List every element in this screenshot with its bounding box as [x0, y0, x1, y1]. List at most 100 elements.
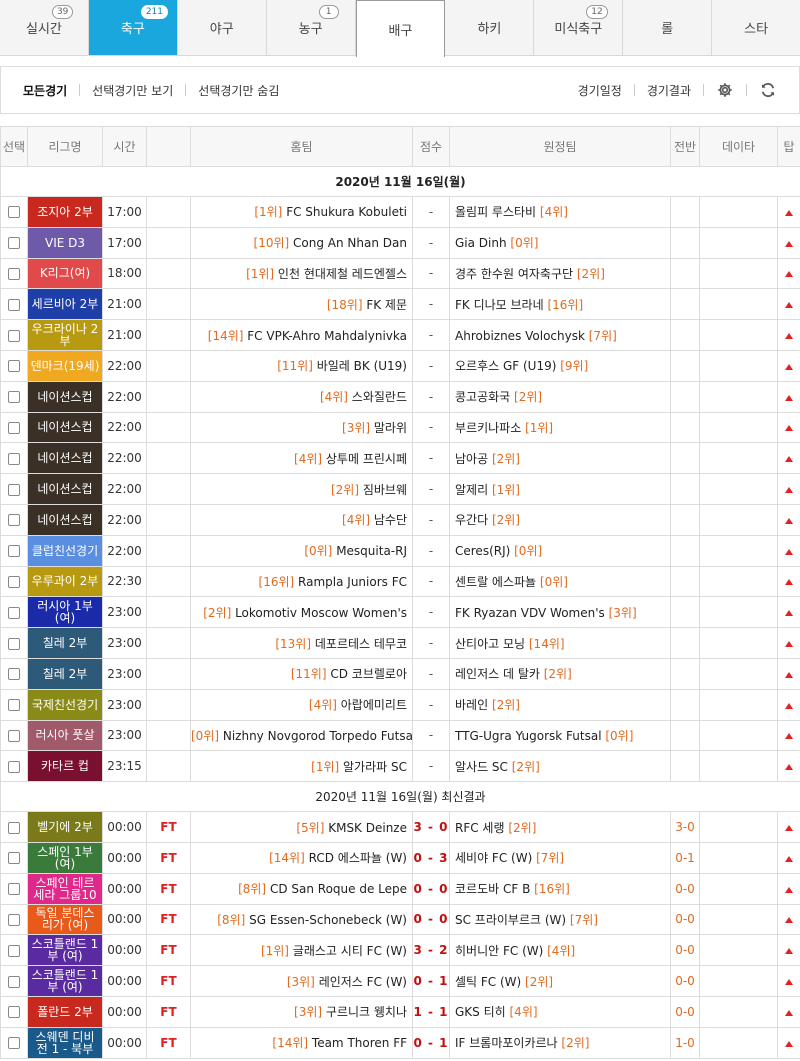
home-team[interactable]: [4위] 남수단: [190, 503, 413, 536]
scroll-top-icon[interactable]: [785, 886, 793, 893]
scroll-top-icon[interactable]: [785, 363, 793, 370]
league-badge[interactable]: 조지아 2부: [27, 196, 103, 228]
select-checkbox[interactable]: [8, 944, 20, 957]
league-badge[interactable]: 덴마크(19세): [27, 349, 103, 382]
league-badge[interactable]: 네이션스컵: [27, 503, 103, 536]
away-team[interactable]: Gia Dinh [0위]: [449, 226, 671, 259]
scroll-top-icon[interactable]: [785, 548, 793, 555]
select-checkbox[interactable]: [8, 391, 20, 404]
scroll-top-icon[interactable]: [785, 271, 793, 278]
scroll-top-icon[interactable]: [785, 671, 793, 678]
tab-2[interactable]: 야구: [178, 0, 267, 55]
select-checkbox[interactable]: [8, 237, 20, 250]
scroll-top-icon[interactable]: [785, 948, 793, 955]
select-checkbox[interactable]: [8, 514, 20, 527]
league-badge[interactable]: 우루과이 2부: [27, 565, 103, 598]
home-team[interactable]: [11위] 바일레 BK (U19): [190, 349, 413, 382]
league-badge[interactable]: VIE D3: [27, 226, 103, 259]
tab-6[interactable]: 미식축구 12: [534, 0, 624, 55]
home-team[interactable]: [0위] Mesquita-RJ: [190, 534, 413, 567]
select-checkbox[interactable]: [8, 298, 20, 311]
league-badge[interactable]: 네이션스컵: [27, 411, 103, 444]
scroll-top-icon[interactable]: [785, 579, 793, 586]
away-team[interactable]: 셀틱 FC (W) [2위]: [449, 965, 671, 997]
select-checkbox[interactable]: [8, 1037, 20, 1050]
select-checkbox[interactable]: [8, 699, 20, 712]
league-badge[interactable]: 스웨덴 디비전 1 - 북부: [27, 1026, 103, 1059]
select-checkbox[interactable]: [8, 637, 20, 650]
league-badge[interactable]: 클럽친선경기: [27, 534, 103, 567]
home-team[interactable]: [4위] 스와질란드: [190, 380, 413, 413]
home-team[interactable]: [0위] Nizhny Novgorod Torpedo Futsal: [190, 719, 413, 752]
away-team[interactable]: 콩고공화국 [2위]: [449, 380, 671, 413]
league-badge[interactable]: 스페인 테르세라 그룹10: [27, 872, 103, 905]
league-badge[interactable]: 칠레 2부: [27, 627, 103, 659]
select-checkbox[interactable]: [8, 360, 20, 373]
scroll-top-icon[interactable]: [785, 641, 793, 648]
league-badge[interactable]: 폴란드 2부: [27, 995, 103, 1028]
tab-7[interactable]: 롤: [623, 0, 713, 55]
league-badge[interactable]: K리그(여): [27, 257, 103, 290]
home-team[interactable]: [13위] 데포르테스 테무코: [190, 627, 413, 659]
league-badge[interactable]: 네이션스컵: [27, 442, 103, 475]
select-checkbox[interactable]: [8, 883, 20, 896]
league-badge[interactable]: 스페인 1부(여): [27, 841, 103, 874]
results-link[interactable]: 경기결과: [635, 82, 703, 99]
tab-4[interactable]: 배구: [355, 0, 446, 57]
hide-selected-link[interactable]: 선택경기만 숨김: [186, 82, 291, 99]
home-team[interactable]: [3위] 말라위: [190, 411, 413, 444]
scroll-top-icon[interactable]: [785, 610, 793, 617]
away-team[interactable]: 산티아고 모닝 [14위]: [449, 627, 671, 659]
refresh-icon[interactable]: [747, 82, 789, 98]
show-selected-link[interactable]: 선택경기만 보기: [80, 82, 185, 99]
scroll-top-icon[interactable]: [785, 209, 793, 216]
scroll-top-icon[interactable]: [785, 702, 793, 709]
select-checkbox[interactable]: [8, 729, 20, 742]
select-checkbox[interactable]: [8, 913, 20, 926]
away-team[interactable]: 세비야 FC (W) [7위]: [449, 841, 671, 874]
select-checkbox[interactable]: [8, 606, 20, 619]
away-team[interactable]: IF 브롬마포이카르나 [2위]: [449, 1026, 671, 1059]
league-badge[interactable]: 스코틀랜드 1부 (여): [27, 934, 103, 967]
league-badge[interactable]: 국제친선경기: [27, 688, 103, 721]
scroll-top-icon[interactable]: [785, 333, 793, 340]
scroll-top-icon[interactable]: [785, 917, 793, 924]
away-team[interactable]: SC 프라이부르크 (W) [7위]: [449, 903, 671, 936]
away-team[interactable]: 오르후스 GF (U19) [9위]: [449, 349, 671, 382]
select-checkbox[interactable]: [8, 975, 20, 988]
select-checkbox[interactable]: [8, 545, 20, 558]
away-team[interactable]: FK Ryazan VDV Women's [3위]: [449, 596, 671, 629]
league-badge[interactable]: 독일 분데스리가 (여): [27, 903, 103, 936]
home-team[interactable]: [1위] 알가라파 SC: [190, 750, 413, 783]
home-team[interactable]: [11위] CD 코브렐로아: [190, 657, 413, 690]
scroll-top-icon[interactable]: [785, 855, 793, 862]
league-badge[interactable]: 칠레 2부: [27, 657, 103, 690]
select-checkbox[interactable]: [8, 206, 20, 219]
league-badge[interactable]: 러시아 1부(여): [27, 596, 103, 629]
away-team[interactable]: 경주 한수원 여자축구단 [2위]: [449, 257, 671, 290]
scroll-top-icon[interactable]: [785, 425, 793, 432]
scroll-top-icon[interactable]: [785, 1040, 793, 1047]
home-team[interactable]: [2위] Lokomotiv Moscow Women's: [190, 596, 413, 629]
league-badge[interactable]: 벨기에 2부: [27, 811, 103, 843]
home-team[interactable]: [14위] FC VPK-Ahro Mahdalynivka: [190, 319, 413, 351]
home-team[interactable]: [8위] SG Essen-Schonebeck (W): [190, 903, 413, 936]
scroll-top-icon[interactable]: [785, 764, 793, 771]
scroll-top-icon[interactable]: [785, 487, 793, 494]
away-team[interactable]: GKS 티히 [4위]: [449, 995, 671, 1028]
select-checkbox[interactable]: [8, 483, 20, 496]
home-team[interactable]: [8위] CD San Roque de Lepe: [190, 872, 413, 905]
select-checkbox[interactable]: [8, 760, 20, 773]
home-team[interactable]: [4위] 상투메 프린시페: [190, 442, 413, 475]
home-team[interactable]: [1위] FC Shukura Kobuleti: [190, 196, 413, 228]
away-team[interactable]: 레인저스 데 탈카 [2위]: [449, 657, 671, 690]
league-badge[interactable]: 네이션스컵: [27, 380, 103, 413]
scroll-top-icon[interactable]: [785, 240, 793, 247]
away-team[interactable]: 알제리 [1위]: [449, 473, 671, 505]
home-team[interactable]: [3위] 구르니크 웽치나: [190, 995, 413, 1028]
scroll-top-icon[interactable]: [785, 979, 793, 986]
away-team[interactable]: 부르키나파소 [1위]: [449, 411, 671, 444]
league-badge[interactable]: 스코틀랜드 1부 (여): [27, 965, 103, 997]
home-team[interactable]: [18위] FK 제문: [190, 288, 413, 321]
select-checkbox[interactable]: [8, 821, 20, 834]
